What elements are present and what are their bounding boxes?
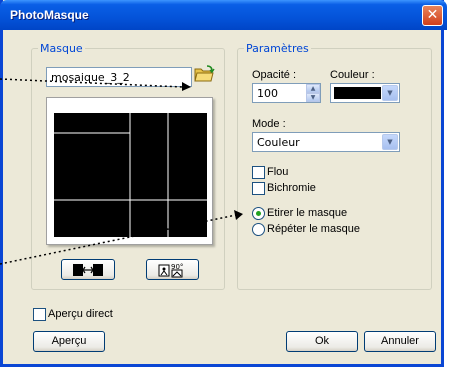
flou-label: Flou bbox=[267, 166, 289, 178]
color-picker[interactable]: ▼ bbox=[330, 83, 400, 103]
repeter-radio[interactable] bbox=[252, 223, 265, 236]
bichromie-label: Bichromie bbox=[267, 182, 316, 194]
close-button[interactable]: ✕ bbox=[422, 5, 443, 26]
ok-button-label: Ok bbox=[314, 335, 330, 347]
apercu-button[interactable]: Aperçu bbox=[33, 331, 105, 352]
flip-button[interactable] bbox=[61, 259, 115, 280]
parametres-legend: Paramètres bbox=[244, 42, 311, 55]
folder-open-icon[interactable] bbox=[193, 64, 215, 84]
mask-preview bbox=[46, 97, 213, 245]
chevron-down-icon[interactable]: ▼ bbox=[382, 85, 398, 101]
radio-selected-indicator bbox=[256, 211, 261, 216]
apercu-direct-checkbox[interactable] bbox=[33, 308, 46, 321]
etirer-label: Etirer le masque bbox=[267, 207, 348, 219]
ok-button[interactable]: Ok bbox=[286, 331, 358, 352]
mode-label: Mode : bbox=[252, 118, 286, 130]
color-label: Couleur : bbox=[330, 69, 375, 81]
apercu-button-label: Aperçu bbox=[51, 335, 87, 347]
etirer-radio[interactable] bbox=[252, 207, 265, 220]
bichromie-checkbox[interactable] bbox=[252, 182, 265, 195]
close-icon: ✕ bbox=[426, 7, 439, 23]
title-bar[interactable]: PhotoMasque ✕ bbox=[0, 0, 447, 30]
color-swatch bbox=[334, 87, 381, 99]
flip-horizontal-icon bbox=[73, 264, 103, 276]
mask-preview-image bbox=[54, 113, 207, 237]
annuler-button[interactable]: Annuler bbox=[364, 331, 436, 352]
mode-select[interactable]: Couleur ▼ bbox=[252, 132, 400, 152]
annuler-button-label: Annuler bbox=[381, 335, 419, 347]
mask-name-value: mosaique_3_2 bbox=[51, 71, 130, 84]
rotate-90-icon: 90° bbox=[158, 263, 183, 278]
rotate-button[interactable]: 90° bbox=[146, 259, 199, 280]
masque-legend: Masque bbox=[38, 42, 85, 55]
chevron-down-icon[interactable]: ▼ bbox=[382, 134, 398, 150]
apercu-direct-label: Aperçu direct bbox=[48, 308, 113, 320]
mask-name-field[interactable]: mosaique_3_2 bbox=[46, 67, 192, 87]
opacity-spinner[interactable]: 100 ▲ ▼ bbox=[252, 83, 321, 103]
opacity-value: 100 bbox=[257, 87, 278, 100]
repeter-label: Répéter le masque bbox=[267, 223, 360, 235]
spin-down-icon[interactable]: ▼ bbox=[306, 93, 320, 102]
mode-value: Couleur bbox=[257, 136, 300, 149]
spin-up-icon[interactable]: ▲ bbox=[306, 84, 320, 93]
window-title: PhotoMasque bbox=[10, 8, 89, 22]
opacity-label: Opacité : bbox=[252, 69, 297, 81]
flou-checkbox[interactable] bbox=[252, 166, 265, 179]
